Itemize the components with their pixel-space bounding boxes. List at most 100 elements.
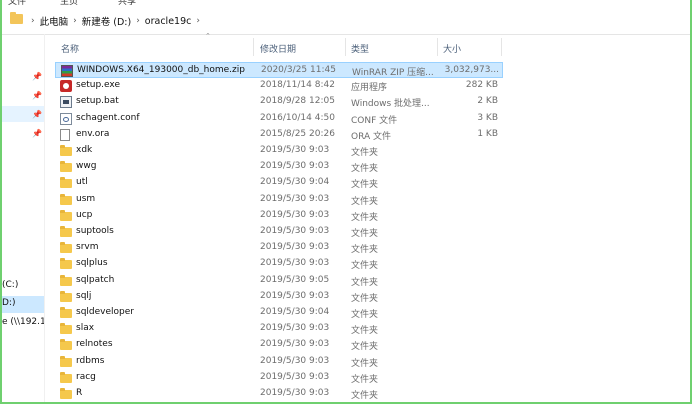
column-header: ⌃ 名称 修改日期 类型 大小 (55, 32, 503, 58)
file-type: 文件夹 (351, 196, 379, 207)
file-date: 2019/5/30 9:03 (260, 209, 330, 220)
file-type: 文件夹 (351, 391, 379, 401)
file-name: setup.exe (76, 80, 120, 91)
file-row[interactable]: relnotes 2019/5/30 9:03 文件夹 (55, 337, 503, 353)
file-date: 2015/8/25 20:26 (260, 128, 335, 139)
file-row[interactable]: racg 2019/5/30 9:03 文件夹 (55, 370, 503, 386)
breadcrumb: › 此电脑 › 新建卷 (D:) › oracle19c › (26, 14, 205, 29)
file-type: 文件夹 (351, 374, 379, 385)
file-name: xdk (76, 145, 93, 155)
chevron-right-icon[interactable]: › (73, 16, 77, 26)
file-date: 2019/5/30 9:05 (260, 274, 330, 285)
file-type: WinRAR ZIP 压缩... (352, 68, 434, 78)
file-type: 文件夹 (351, 310, 379, 320)
file-row[interactable]: schagent.conf 2016/10/14 4:50 CONF 文件 3 KB (55, 111, 503, 127)
file-row[interactable]: setup.exe 2018/11/14 8:42 应用程序 282 KB (55, 78, 503, 94)
ribbon-tab-home[interactable]: 主页 (60, 0, 78, 6)
breadcrumb-oracle19c[interactable]: oracle19c (145, 16, 192, 27)
column-divider[interactable] (253, 38, 254, 56)
file-name: schagent.conf (76, 112, 140, 123)
folder-icon (60, 371, 72, 383)
column-divider[interactable] (501, 38, 502, 56)
file-name: WINDOWS.X64_193000_db_home.zip (77, 65, 245, 75)
nav-item-drive-c[interactable]: (C:) (2, 280, 44, 290)
column-size[interactable]: 大小 (443, 42, 461, 55)
folder-icon (60, 226, 72, 237)
file-type: Windows 批处理... (351, 99, 430, 110)
file-type: 文件夹 (351, 180, 379, 191)
pin-icon[interactable]: 📌 (32, 129, 42, 138)
file-type: CONF 文件 (351, 115, 398, 126)
file-size: 3 KB (477, 112, 498, 123)
file-row[interactable]: sqlj 2019/5/30 9:03 文件夹 (55, 289, 503, 305)
file-row[interactable]: R 2019/5/30 9:03 文件夹 (55, 386, 503, 402)
file-row[interactable]: rdbms 2019/5/30 9:03 文件夹 (55, 354, 503, 370)
file-size: 2 KB (477, 96, 498, 107)
address-bar[interactable]: › 此电脑 › 新建卷 (D:) › oracle19c › (2, 8, 690, 35)
nav-item-network-share[interactable]: e (\\192.1 (2, 317, 44, 327)
folder-icon (60, 242, 72, 254)
column-date[interactable]: 修改日期 (260, 42, 296, 55)
column-divider[interactable] (345, 38, 346, 56)
file-date: 2019/5/30 9:03 (260, 323, 330, 334)
file-type: 文件夹 (351, 293, 379, 304)
file-name: sqlplus (76, 258, 108, 269)
file-name: sqlpatch (76, 274, 115, 285)
file-row[interactable]: xdk 2019/5/30 9:03 文件夹 (55, 143, 503, 159)
file-date: 2018/9/28 12:05 (260, 96, 335, 107)
file-date: 2019/5/30 9:03 (260, 290, 330, 301)
ribbon-tab-file[interactable]: 文件 (8, 0, 26, 6)
pin-icon[interactable]: 📌 (32, 91, 42, 100)
folder-icon (60, 307, 72, 318)
chevron-right-icon[interactable]: › (136, 16, 140, 26)
file-date: 2019/5/30 9:03 (260, 339, 330, 350)
ribbon-tab-share[interactable]: 共享 (118, 0, 136, 6)
file-name: ucp (76, 209, 93, 220)
sort-ascending-icon: ⌃ (205, 32, 211, 40)
folder-icon (60, 161, 72, 173)
bat-icon (60, 96, 72, 109)
column-name[interactable]: 名称 (61, 42, 79, 55)
file-icon (60, 128, 70, 141)
file-row[interactable]: wwg 2019/5/30 9:03 文件夹 (55, 159, 503, 175)
chevron-right-icon[interactable]: › (196, 16, 200, 26)
folder-icon (60, 355, 72, 367)
column-type[interactable]: 类型 (351, 42, 369, 55)
file-type: 文件夹 (351, 261, 379, 272)
file-row[interactable]: env.ora 2015/8/25 20:26 ORA 文件 1 KB (55, 127, 503, 143)
file-date: 2019/5/30 9:03 (260, 258, 330, 269)
file-row[interactable]: ucp 2019/5/30 9:03 文件夹 (55, 208, 503, 224)
file-row[interactable]: suptools 2019/5/30 9:03 文件夹 (55, 224, 503, 240)
file-type: 文件夹 (351, 245, 379, 256)
file-date: 2020/3/25 11:45 (261, 65, 336, 75)
file-type: ORA 文件 (351, 131, 391, 142)
folder-icon (60, 177, 72, 189)
file-row[interactable]: sqlpatch 2019/5/30 9:05 文件夹 (55, 273, 503, 289)
chevron-right-icon[interactable]: › (31, 16, 35, 26)
file-row[interactable]: WINDOWS.X64_193000_db_home.zip 2020/3/25 … (55, 62, 503, 78)
file-row[interactable]: slax 2019/5/30 9:03 文件夹 (55, 321, 503, 337)
folder-icon (10, 12, 23, 24)
breadcrumb-volume-d[interactable]: 新建卷 (D:) (82, 14, 131, 28)
breadcrumb-this-pc[interactable]: 此电脑 (40, 14, 69, 28)
file-date: 2019/5/30 9:03 (260, 145, 330, 155)
column-divider[interactable] (437, 38, 438, 56)
file-type: 文件夹 (351, 358, 379, 369)
nav-item-drive-d[interactable]: D:) (2, 296, 44, 313)
folder-icon (60, 274, 72, 286)
pin-icon[interactable]: 📌 (32, 72, 42, 81)
file-date: 2019/5/30 9:03 (260, 242, 330, 253)
file-type: 文件夹 (351, 229, 379, 239)
pin-icon[interactable]: 📌 (32, 110, 42, 119)
file-row[interactable]: setup.bat 2018/9/28 12:05 Windows 批处理... 2 … (55, 94, 503, 110)
file-date: 2019/5/30 9:03 (260, 226, 330, 236)
file-row[interactable]: sqlplus 2019/5/30 9:03 文件夹 (55, 256, 503, 272)
file-row[interactable]: usm 2019/5/30 9:03 文件夹 (55, 192, 503, 208)
file-date: 2019/5/30 9:03 (260, 193, 330, 204)
file-row[interactable]: sqldeveloper 2019/5/30 9:04 文件夹 (55, 305, 503, 321)
file-name: relnotes (76, 339, 113, 350)
file-row[interactable]: srvm 2019/5/30 9:03 文件夹 (55, 240, 503, 256)
file-name: setup.bat (76, 96, 119, 107)
file-row[interactable]: utl 2019/5/30 9:04 文件夹 (55, 175, 503, 191)
file-date: 2019/5/30 9:03 (260, 161, 330, 172)
